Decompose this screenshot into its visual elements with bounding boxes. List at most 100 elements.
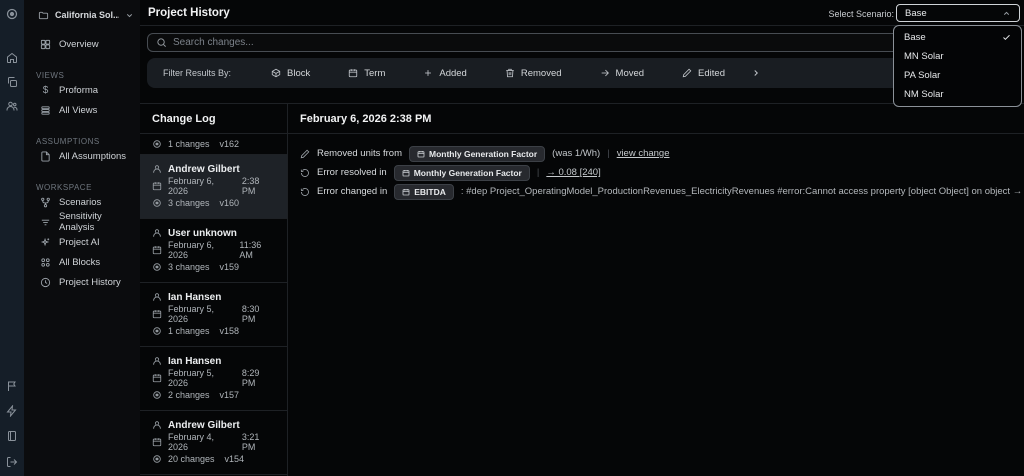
option-label: Base bbox=[904, 32, 926, 43]
sparkles-icon bbox=[40, 237, 51, 248]
user-icon bbox=[152, 228, 162, 238]
error-detail-text: : #dep Project_OperatingModel_Production… bbox=[460, 186, 1024, 197]
filter-button-term[interactable]: Term bbox=[334, 68, 399, 79]
entry-date: February 6, 2026 bbox=[168, 240, 215, 260]
filter-button-edited[interactable]: Edited bbox=[668, 68, 739, 79]
copy-icon[interactable] bbox=[6, 76, 18, 88]
sidebar-item-all-blocks[interactable]: All Blocks bbox=[24, 252, 140, 272]
check-icon bbox=[1002, 33, 1011, 42]
filter-button-label: Edited bbox=[698, 67, 725, 79]
blocks-icon bbox=[40, 257, 51, 268]
badge-label: EBITDA bbox=[414, 186, 446, 197]
project-selector[interactable]: California Sol... bbox=[24, 0, 140, 22]
trash-icon bbox=[505, 68, 515, 78]
detail-header: February 6, 2026 2:38 PM bbox=[288, 104, 1024, 134]
error-refresh-icon bbox=[300, 187, 310, 197]
search-bar[interactable] bbox=[147, 33, 1015, 52]
change-log-entry[interactable]: Ian Hansen February 5, 2026 8:30 PM 1 cha… bbox=[140, 283, 287, 347]
version-label: v157 bbox=[219, 390, 240, 400]
filter-icon bbox=[40, 217, 51, 228]
scenario-option-mn-solar[interactable]: MN Solar bbox=[894, 47, 1021, 66]
sidebar-item-all-views[interactable]: All Views bbox=[24, 100, 140, 120]
entry-date: February 4, 2026 bbox=[168, 432, 215, 452]
calendar-icon bbox=[402, 188, 410, 196]
sidebar-item-project-ai[interactable]: Project AI bbox=[24, 232, 140, 252]
flag-icon[interactable] bbox=[6, 380, 18, 392]
option-label: MN Solar bbox=[904, 51, 944, 62]
app-rail bbox=[0, 0, 24, 476]
change-log-entry[interactable]: Ian Hansen February 5, 2026 8:29 PM 2 cha… bbox=[140, 347, 287, 411]
sidebar-item-proforma[interactable]: $ Proforma bbox=[24, 80, 140, 100]
sidebar-item-project-history[interactable]: Project History bbox=[24, 272, 140, 292]
changes-icon bbox=[152, 198, 162, 208]
changes-count: 3 changes bbox=[168, 262, 210, 272]
author-name: Andrew Gilbert bbox=[168, 419, 240, 431]
filter-button-label: Added bbox=[439, 67, 467, 79]
block-badge[interactable]: Monthly Generation Factor bbox=[409, 145, 546, 162]
section-views: VIEWS bbox=[36, 71, 65, 80]
user-icon bbox=[152, 292, 162, 302]
filter-button-added[interactable]: Added bbox=[409, 68, 480, 79]
dollar-icon: $ bbox=[42, 84, 49, 96]
plus-icon bbox=[423, 68, 433, 78]
change-log-entry-partial[interactable]: 1 changes v162 bbox=[140, 134, 287, 155]
change-log-panel: Change Log 1 changes v162 Andrew Gilbert… bbox=[140, 104, 288, 476]
scenario-option-pa-solar[interactable]: PA Solar bbox=[894, 66, 1021, 85]
change-log-entry[interactable]: User unknown February 6, 2026 11:36 AM 3 … bbox=[140, 219, 287, 283]
scenario-select[interactable]: Base bbox=[896, 4, 1020, 22]
entry-time: 3:21 PM bbox=[241, 432, 260, 452]
change-log-entry[interactable]: Andrew Gilbert February 6, 2026 2:38 PM 3… bbox=[140, 155, 287, 219]
chevron-right-icon[interactable] bbox=[751, 68, 761, 78]
grid-icon bbox=[40, 39, 51, 50]
filter-button-removed[interactable]: Removed bbox=[491, 68, 576, 79]
option-label: PA Solar bbox=[904, 70, 941, 81]
book-icon[interactable] bbox=[6, 430, 18, 442]
view-change-link[interactable]: view change bbox=[617, 148, 670, 159]
user-icon bbox=[152, 420, 162, 430]
zap-icon[interactable] bbox=[6, 405, 18, 417]
sidebar-item-overview[interactable]: Overview bbox=[24, 34, 140, 54]
project-name: California Sol... bbox=[55, 10, 119, 20]
sidebar-item-all-assumptions[interactable]: All Assumptions bbox=[24, 146, 140, 166]
changes-count: 1 changes bbox=[168, 326, 210, 336]
search-input[interactable] bbox=[173, 37, 1006, 48]
chevron-up-icon bbox=[1002, 9, 1011, 18]
filter-button-label: Moved bbox=[615, 67, 645, 79]
home-icon[interactable] bbox=[6, 52, 18, 64]
author-name: Andrew Gilbert bbox=[168, 163, 240, 175]
sidebar-item-scenarios[interactable]: Scenarios bbox=[24, 192, 140, 212]
users-icon[interactable] bbox=[6, 100, 18, 112]
divider: | bbox=[536, 167, 540, 178]
filter-button-block[interactable]: Block bbox=[257, 68, 324, 79]
sidebar-item-label: All Views bbox=[59, 104, 98, 116]
calendar-icon bbox=[417, 150, 425, 158]
sidebar-item-label: Scenarios bbox=[59, 196, 102, 208]
entry-time: 2:38 PM bbox=[241, 176, 260, 196]
author-name: User unknown bbox=[168, 227, 237, 239]
change-log-entry[interactable]: Andrew Gilbert February 4, 2026 3:21 PM 2… bbox=[140, 411, 287, 475]
version-label: v159 bbox=[219, 262, 240, 272]
scenario-option-base[interactable]: Base bbox=[894, 28, 1021, 47]
sidebar: California Sol... Overview VIEWS $ Profo… bbox=[24, 0, 140, 476]
value-change-link[interactable]: → 0.08 [240] bbox=[546, 167, 600, 178]
logout-icon[interactable] bbox=[6, 456, 18, 468]
scenario-option-nm-solar[interactable]: NM Solar bbox=[894, 85, 1021, 104]
filter-button-moved[interactable]: Moved bbox=[586, 68, 659, 79]
change-detail-panel: February 6, 2026 2:38 PM Removed units f… bbox=[288, 104, 1024, 476]
filter-bar: Filter Results By: Block Term Added Remo… bbox=[147, 58, 1015, 88]
badge-label: Monthly Generation Factor bbox=[413, 167, 522, 178]
sidebar-item-sensitivity-analysis[interactable]: Sensitivity Analysis bbox=[24, 211, 140, 233]
clock-icon bbox=[40, 277, 51, 288]
sidebar-item-label: Project AI bbox=[59, 236, 100, 248]
block-icon bbox=[271, 68, 281, 78]
changes-icon bbox=[152, 454, 162, 464]
changes-icon bbox=[152, 390, 162, 400]
change-note: (was 1/Wh) bbox=[552, 148, 601, 159]
user-icon bbox=[152, 164, 162, 174]
calendar-icon bbox=[402, 169, 410, 177]
version-label: v158 bbox=[219, 326, 240, 336]
block-badge[interactable]: EBITDA bbox=[394, 183, 454, 200]
block-badge[interactable]: Monthly Generation Factor bbox=[393, 164, 530, 181]
arrow-right-icon bbox=[600, 68, 610, 78]
chevron-down-icon[interactable] bbox=[125, 11, 134, 20]
